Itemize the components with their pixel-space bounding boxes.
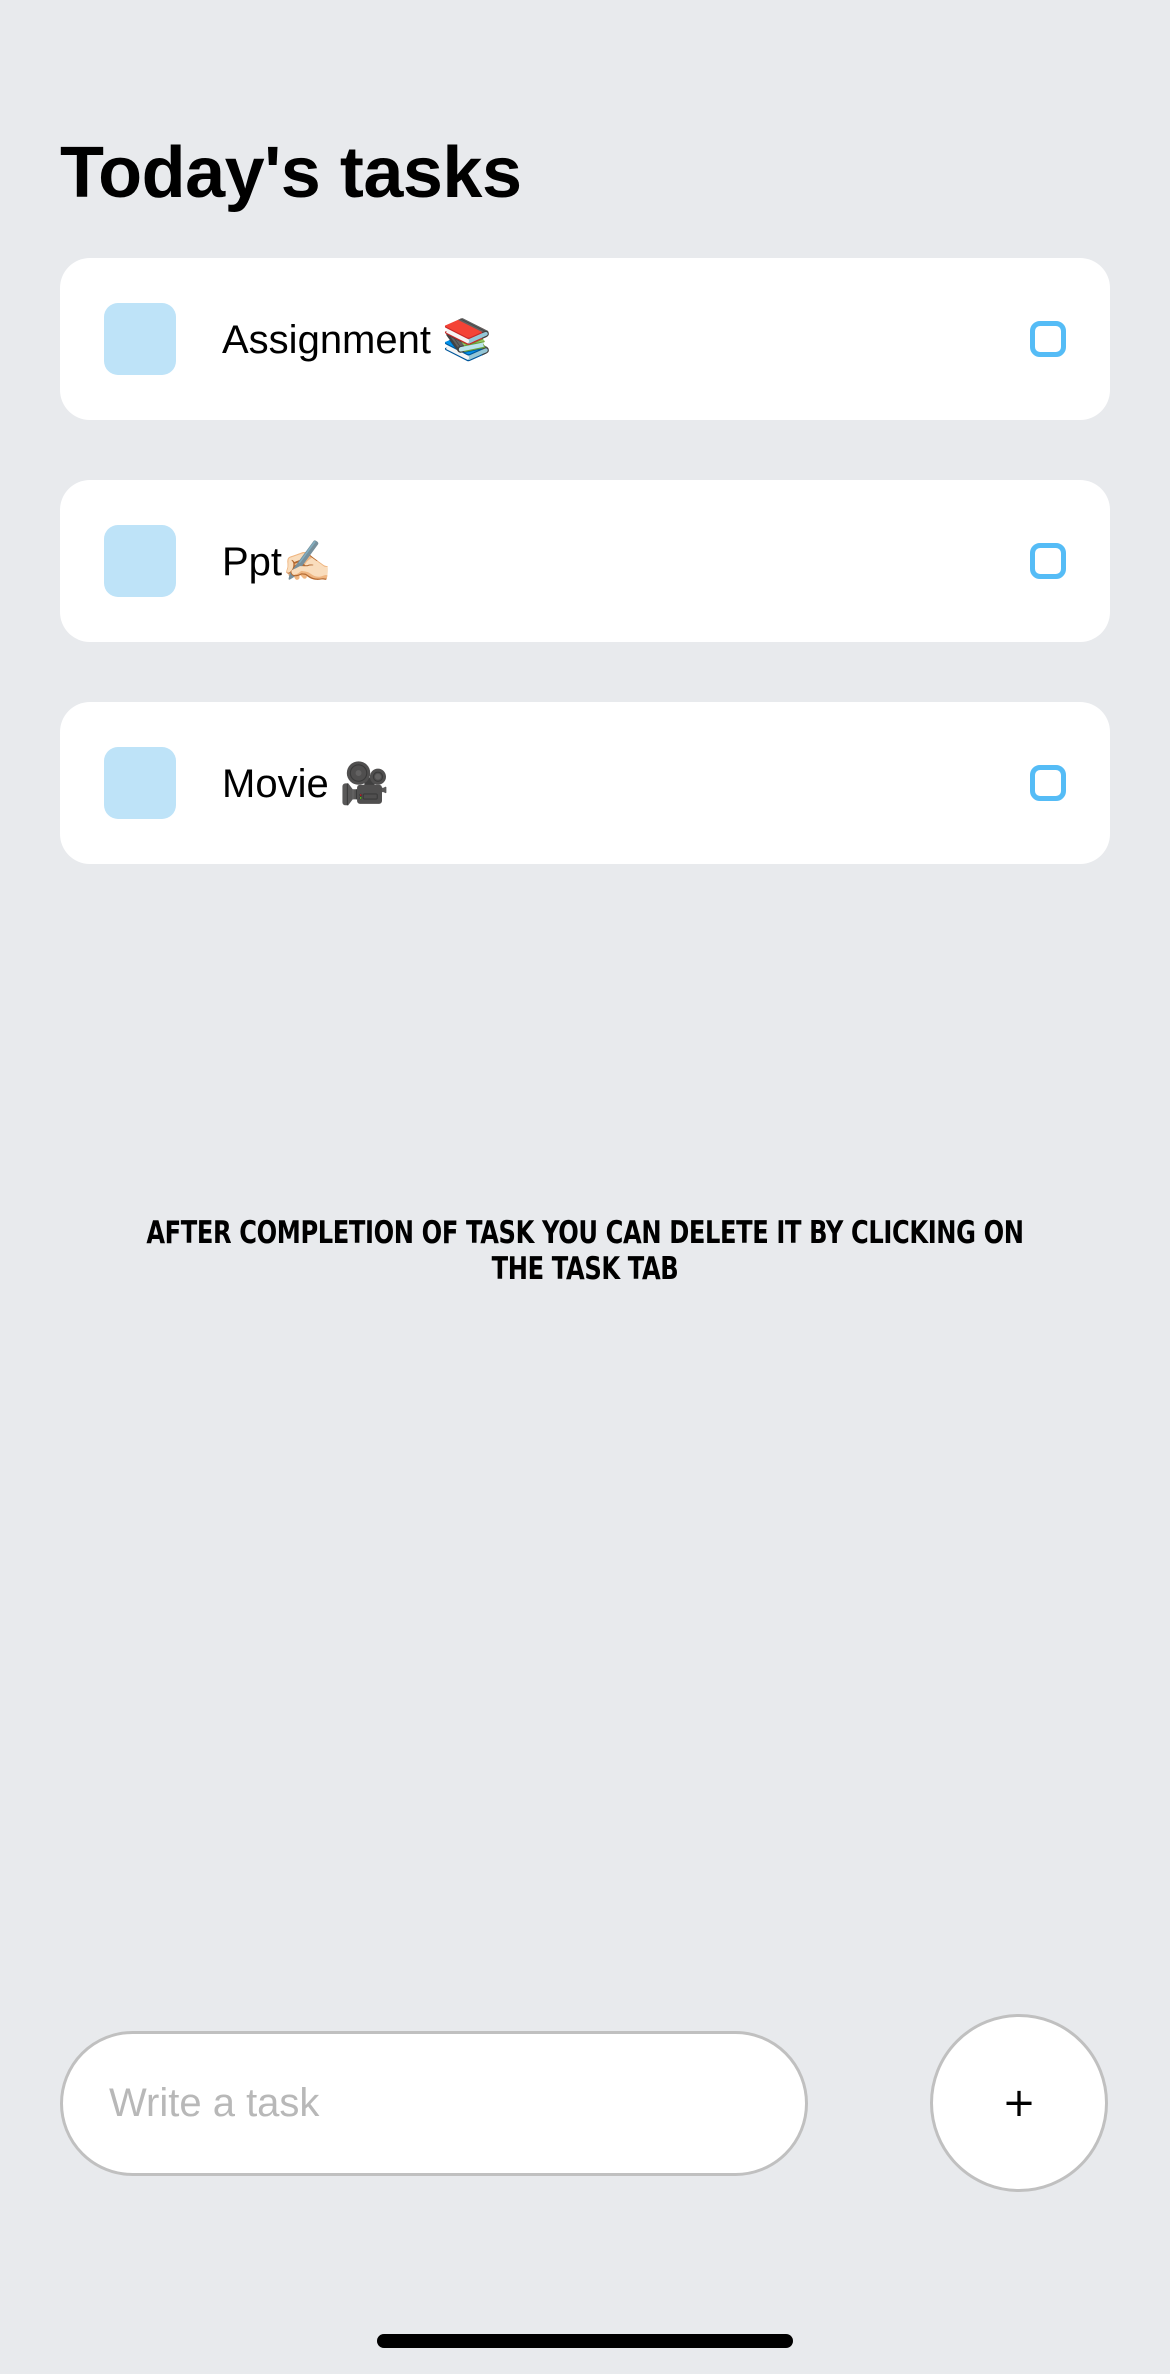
instruction-text: AFTER COMPLETION OF TASK YOU CAN DELETE …	[146, 1215, 1024, 1287]
circle-outline-icon	[1030, 321, 1066, 357]
circle-outline-icon	[1030, 543, 1066, 579]
square-icon	[104, 525, 176, 597]
page-title: Today's tasks	[60, 133, 522, 214]
circle-outline-icon	[1030, 765, 1066, 801]
square-icon	[104, 303, 176, 375]
task-item[interactable]: Ppt✍🏻	[60, 480, 1110, 642]
plus-icon: +	[1002, 2080, 1036, 2126]
task-item[interactable]: Movie 🎥	[60, 702, 1110, 864]
task-input[interactable]	[63, 2034, 805, 2173]
square-icon	[104, 747, 176, 819]
task-label: Movie 🎥	[222, 761, 390, 806]
task-input-container	[60, 2031, 808, 2176]
add-task-button[interactable]: +	[930, 2014, 1108, 2192]
home-indicator[interactable]	[377, 2334, 793, 2348]
task-label: Assignment 📚	[222, 317, 492, 362]
task-list: Assignment 📚 Ppt✍🏻 Movie 🎥	[60, 258, 1110, 924]
task-label: Ppt✍🏻	[222, 539, 332, 584]
task-item[interactable]: Assignment 📚	[60, 258, 1110, 420]
